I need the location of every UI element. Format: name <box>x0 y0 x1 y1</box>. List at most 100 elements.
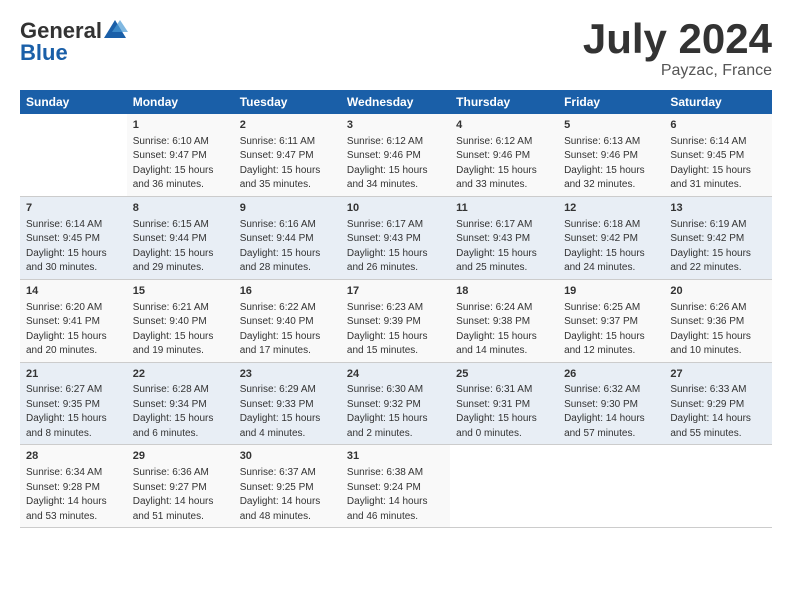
day-of-week-header: Thursday <box>450 90 558 114</box>
day-info: Sunrise: 6:34 AM Sunset: 9:28 PM Dayligh… <box>26 467 107 522</box>
calendar-week-row: 14 Sunrise: 6:20 AM Sunset: 9:41 PM Dayli… <box>20 279 772 362</box>
calendar-cell: 23Sunrise: 6:29 AM Sunset: 9:33 PM Dayli… <box>234 362 341 445</box>
day-number: 18 <box>456 284 552 299</box>
calendar-body: 1Sunrise: 6:10 AM Sunset: 9:47 PM Daylig… <box>20 114 772 528</box>
day-info: Sunrise: 6:11 AM Sunset: 9:47 PM Dayligh… <box>240 136 321 191</box>
day-number: 19 <box>564 284 658 299</box>
calendar-cell <box>664 445 772 528</box>
calendar-table: SundayMondayTuesdayWednesdayThursdayFrid… <box>20 90 772 528</box>
calendar-cell: 29 Sunrise: 6:36 AM Sunset: 9:27 PM Dayli… <box>127 445 234 528</box>
calendar-cell: 28 Sunrise: 6:34 AM Sunset: 9:28 PM Dayli… <box>20 445 127 528</box>
day-info: Sunrise: 6:14 AM Sunset: 9:45 PM Dayligh… <box>670 136 751 191</box>
calendar-cell: 27 Sunrise: 6:33 AM Sunset: 9:29 PM Dayli… <box>664 362 772 445</box>
day-info: Sunrise: 6:24 AM Sunset: 9:38 PM Dayligh… <box>456 302 537 357</box>
day-of-week-header: Monday <box>127 90 234 114</box>
calendar-cell: 19 Sunrise: 6:25 AM Sunset: 9:37 PM Dayli… <box>558 279 664 362</box>
day-number: 7 <box>26 201 121 216</box>
day-number: 11 <box>456 201 552 216</box>
day-number: 6 <box>670 118 766 133</box>
day-info: Sunrise: 6:38 AM Sunset: 9:24 PM Dayligh… <box>347 467 428 522</box>
day-number: 24 <box>347 367 444 382</box>
calendar-cell: 6 Sunrise: 6:14 AM Sunset: 9:45 PM Daylig… <box>664 114 772 196</box>
calendar-cell: 8 Sunrise: 6:15 AM Sunset: 9:44 PM Daylig… <box>127 196 234 279</box>
calendar-cell: 2 Sunrise: 6:11 AM Sunset: 9:47 PM Daylig… <box>234 114 341 196</box>
day-of-week-header: Tuesday <box>234 90 341 114</box>
day-number: 13 <box>670 201 766 216</box>
day-info: Sunrise: 6:32 AM Sunset: 9:30 PM Dayligh… <box>564 384 645 439</box>
day-number: 8 <box>133 201 228 216</box>
day-info: Sunrise: 6:13 AM Sunset: 9:46 PM Dayligh… <box>564 136 645 191</box>
day-info: Sunrise: 6:15 AM Sunset: 9:44 PM Dayligh… <box>133 219 214 274</box>
day-number: 12 <box>564 201 658 216</box>
day-number: 2 <box>240 118 335 133</box>
day-info: Sunrise: 6:14 AM Sunset: 9:45 PM Dayligh… <box>26 219 107 274</box>
calendar-week-row: 21 Sunrise: 6:27 AM Sunset: 9:35 PM Dayli… <box>20 362 772 445</box>
day-info: Sunrise: 6:10 AM Sunset: 9:47 PM Dayligh… <box>133 136 214 191</box>
calendar-cell: 18 Sunrise: 6:24 AM Sunset: 9:38 PM Dayli… <box>450 279 558 362</box>
logo: General Blue <box>20 18 128 66</box>
calendar-cell: 13 Sunrise: 6:19 AM Sunset: 9:42 PM Dayli… <box>664 196 772 279</box>
calendar-cell: 16Sunrise: 6:22 AM Sunset: 9:40 PM Dayli… <box>234 279 341 362</box>
calendar-week-row: 7 Sunrise: 6:14 AM Sunset: 9:45 PM Daylig… <box>20 196 772 279</box>
calendar-cell: 5Sunrise: 6:13 AM Sunset: 9:46 PM Daylig… <box>558 114 664 196</box>
day-number: 25 <box>456 367 552 382</box>
calendar-cell <box>450 445 558 528</box>
day-number: 10 <box>347 201 444 216</box>
day-info: Sunrise: 6:12 AM Sunset: 9:46 PM Dayligh… <box>347 136 428 191</box>
day-info: Sunrise: 6:21 AM Sunset: 9:40 PM Dayligh… <box>133 302 214 357</box>
calendar-cell: 22Sunrise: 6:28 AM Sunset: 9:34 PM Dayli… <box>127 362 234 445</box>
header: General Blue July 2024 Payzac, France <box>20 18 772 80</box>
title-block: July 2024 Payzac, France <box>583 18 772 80</box>
day-of-week-header: Friday <box>558 90 664 114</box>
day-info: Sunrise: 6:28 AM Sunset: 9:34 PM Dayligh… <box>133 384 214 439</box>
day-number: 23 <box>240 367 335 382</box>
calendar-cell: 12 Sunrise: 6:18 AM Sunset: 9:42 PM Dayli… <box>558 196 664 279</box>
day-info: Sunrise: 6:22 AM Sunset: 9:40 PM Dayligh… <box>240 302 321 357</box>
calendar-cell: 20 Sunrise: 6:26 AM Sunset: 9:36 PM Dayli… <box>664 279 772 362</box>
calendar-cell: 10 Sunrise: 6:17 AM Sunset: 9:43 PM Dayli… <box>341 196 450 279</box>
day-of-week-header: Saturday <box>664 90 772 114</box>
day-number: 15 <box>133 284 228 299</box>
calendar-cell: 3 Sunrise: 6:12 AM Sunset: 9:46 PM Daylig… <box>341 114 450 196</box>
day-info: Sunrise: 6:19 AM Sunset: 9:42 PM Dayligh… <box>670 219 751 274</box>
day-number: 31 <box>347 449 444 464</box>
calendar-cell: 30Sunrise: 6:37 AM Sunset: 9:25 PM Dayli… <box>234 445 341 528</box>
calendar-cell: 26Sunrise: 6:32 AM Sunset: 9:30 PM Dayli… <box>558 362 664 445</box>
calendar-week-row: 28 Sunrise: 6:34 AM Sunset: 9:28 PM Dayli… <box>20 445 772 528</box>
day-info: Sunrise: 6:23 AM Sunset: 9:39 PM Dayligh… <box>347 302 428 357</box>
calendar-cell: 9 Sunrise: 6:16 AM Sunset: 9:44 PM Daylig… <box>234 196 341 279</box>
calendar-cell <box>558 445 664 528</box>
day-number: 28 <box>26 449 121 464</box>
day-info: Sunrise: 6:26 AM Sunset: 9:36 PM Dayligh… <box>670 302 751 357</box>
day-number: 14 <box>26 284 121 299</box>
calendar-cell: 1Sunrise: 6:10 AM Sunset: 9:47 PM Daylig… <box>127 114 234 196</box>
day-of-week-header: Sunday <box>20 90 127 114</box>
day-info: Sunrise: 6:25 AM Sunset: 9:37 PM Dayligh… <box>564 302 645 357</box>
day-number: 17 <box>347 284 444 299</box>
day-number: 3 <box>347 118 444 133</box>
day-info: Sunrise: 6:36 AM Sunset: 9:27 PM Dayligh… <box>133 467 214 522</box>
day-number: 9 <box>240 201 335 216</box>
day-of-week-header: Wednesday <box>341 90 450 114</box>
day-info: Sunrise: 6:33 AM Sunset: 9:29 PM Dayligh… <box>670 384 751 439</box>
day-info: Sunrise: 6:17 AM Sunset: 9:43 PM Dayligh… <box>456 219 537 274</box>
calendar-header-row: SundayMondayTuesdayWednesdayThursdayFrid… <box>20 90 772 114</box>
calendar-cell: 14 Sunrise: 6:20 AM Sunset: 9:41 PM Dayli… <box>20 279 127 362</box>
day-info: Sunrise: 6:37 AM Sunset: 9:25 PM Dayligh… <box>240 467 321 522</box>
day-number: 29 <box>133 449 228 464</box>
day-number: 21 <box>26 367 121 382</box>
day-info: Sunrise: 6:17 AM Sunset: 9:43 PM Dayligh… <box>347 219 428 274</box>
day-info: Sunrise: 6:18 AM Sunset: 9:42 PM Dayligh… <box>564 219 645 274</box>
month-title: July 2024 <box>583 18 772 60</box>
day-number: 27 <box>670 367 766 382</box>
day-info: Sunrise: 6:20 AM Sunset: 9:41 PM Dayligh… <box>26 302 107 357</box>
logo-text: General Blue <box>20 18 128 66</box>
day-number: 20 <box>670 284 766 299</box>
calendar-cell <box>20 114 127 196</box>
day-info: Sunrise: 6:16 AM Sunset: 9:44 PM Dayligh… <box>240 219 321 274</box>
day-info: Sunrise: 6:12 AM Sunset: 9:46 PM Dayligh… <box>456 136 537 191</box>
day-info: Sunrise: 6:31 AM Sunset: 9:31 PM Dayligh… <box>456 384 537 439</box>
day-info: Sunrise: 6:27 AM Sunset: 9:35 PM Dayligh… <box>26 384 107 439</box>
calendar-cell: 25 Sunrise: 6:31 AM Sunset: 9:31 PM Dayli… <box>450 362 558 445</box>
logo-icon <box>102 18 128 44</box>
